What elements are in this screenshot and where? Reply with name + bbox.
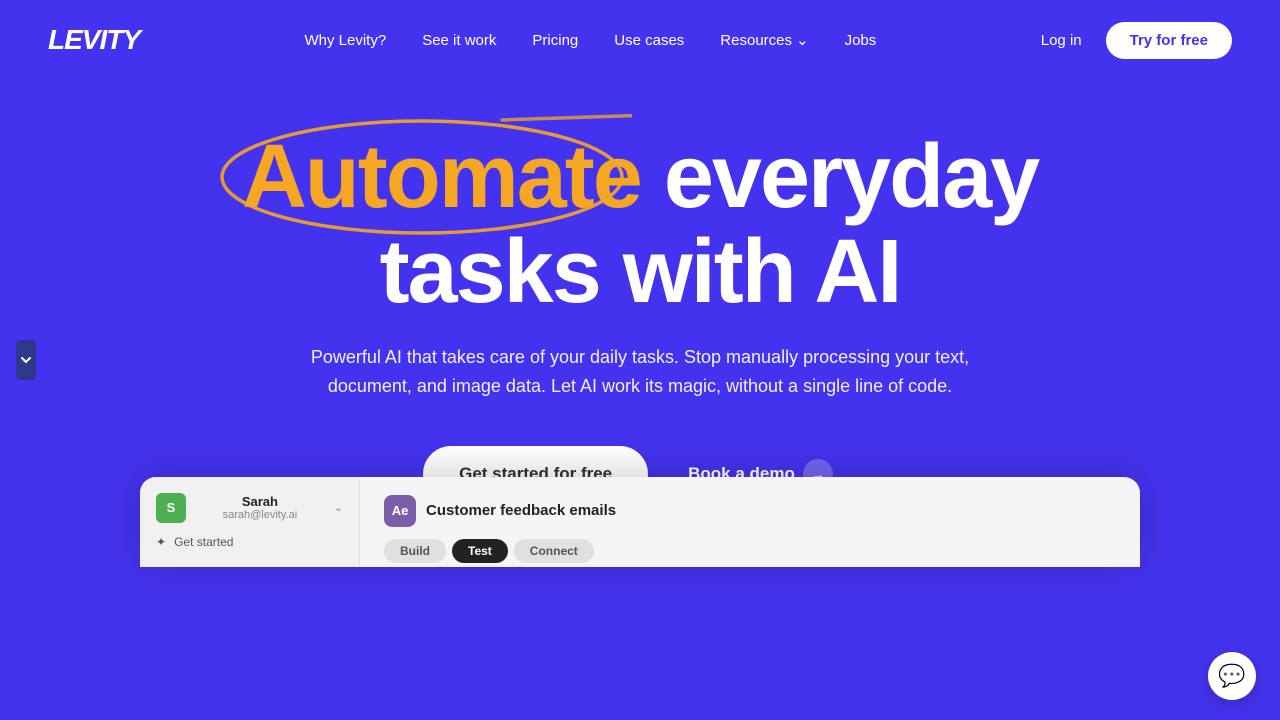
user-chevron-icon: ⌄ — [334, 501, 343, 514]
hero-subtext: Powerful AI that takes care of your dail… — [280, 343, 1000, 401]
nav-resources[interactable]: Resources ⌄ — [720, 31, 808, 49]
nav-why-levity[interactable]: Why Levity? — [305, 32, 387, 49]
tab-build-button[interactable]: Build — [384, 539, 446, 563]
user-avatar: S — [156, 493, 186, 523]
workflow-tabs: Build Test Connect — [384, 539, 1116, 563]
logo[interactable]: LEVITY — [48, 24, 140, 56]
workflow-title: Customer feedback emails — [426, 502, 616, 519]
preview-sidebar: S Sarah sarah@levity.ai ⌄ ✦ Get started — [140, 477, 360, 567]
app-preview-card: S Sarah sarah@levity.ai ⌄ ✦ Get started … — [140, 477, 1140, 567]
login-link[interactable]: Log in — [1041, 32, 1082, 49]
user-row: S Sarah sarah@levity.ai ⌄ — [156, 493, 343, 523]
nav-see-it-work[interactable]: See it work — [422, 32, 496, 49]
star-icon: ✦ — [156, 535, 166, 549]
user-name: Sarah — [196, 494, 324, 509]
nav-actions: Log in Try for free — [1041, 22, 1232, 59]
workflow-title-row: Ae Customer feedback emails — [384, 495, 1116, 527]
get-started-row: ✦ Get started — [156, 535, 343, 549]
tab-test-button[interactable]: Test — [452, 539, 508, 563]
navigation: LEVITY Why Levity? See it work Pricing U… — [0, 0, 1280, 80]
automate-wrapper: Automate — [242, 130, 641, 225]
heading-line-1: Automate everyday — [242, 130, 1038, 225]
chat-icon: 💬 — [1218, 663, 1245, 689]
user-email: sarah@levity.ai — [196, 509, 324, 521]
user-info: Sarah sarah@levity.ai — [196, 494, 324, 521]
chevron-down-icon: ⌄ — [796, 31, 809, 49]
heading-rest: everyday — [641, 127, 1038, 227]
hero-heading: Automate everyday tasks with AI — [242, 130, 1038, 319]
tab-connect-button[interactable]: Connect — [514, 539, 594, 563]
nav-use-cases[interactable]: Use cases — [614, 32, 684, 49]
workflow-icon: Ae — [384, 495, 416, 527]
chat-support-button[interactable]: 💬 — [1208, 652, 1256, 700]
nav-jobs[interactable]: Jobs — [845, 32, 877, 49]
nav-pricing[interactable]: Pricing — [532, 32, 578, 49]
try-free-button[interactable]: Try for free — [1106, 22, 1232, 59]
hero-section: Automate everyday tasks with AI Powerful… — [0, 80, 1280, 567]
automate-word: Automate — [242, 127, 641, 227]
left-side-indicator — [16, 340, 36, 380]
nav-links: Why Levity? See it work Pricing Use case… — [305, 31, 877, 49]
left-chevron-icon — [20, 354, 32, 366]
preview-main: Ae Customer feedback emails Build Test C… — [360, 477, 1140, 567]
get-started-label: Get started — [174, 535, 233, 549]
heading-line-2: tasks with AI — [242, 225, 1038, 320]
